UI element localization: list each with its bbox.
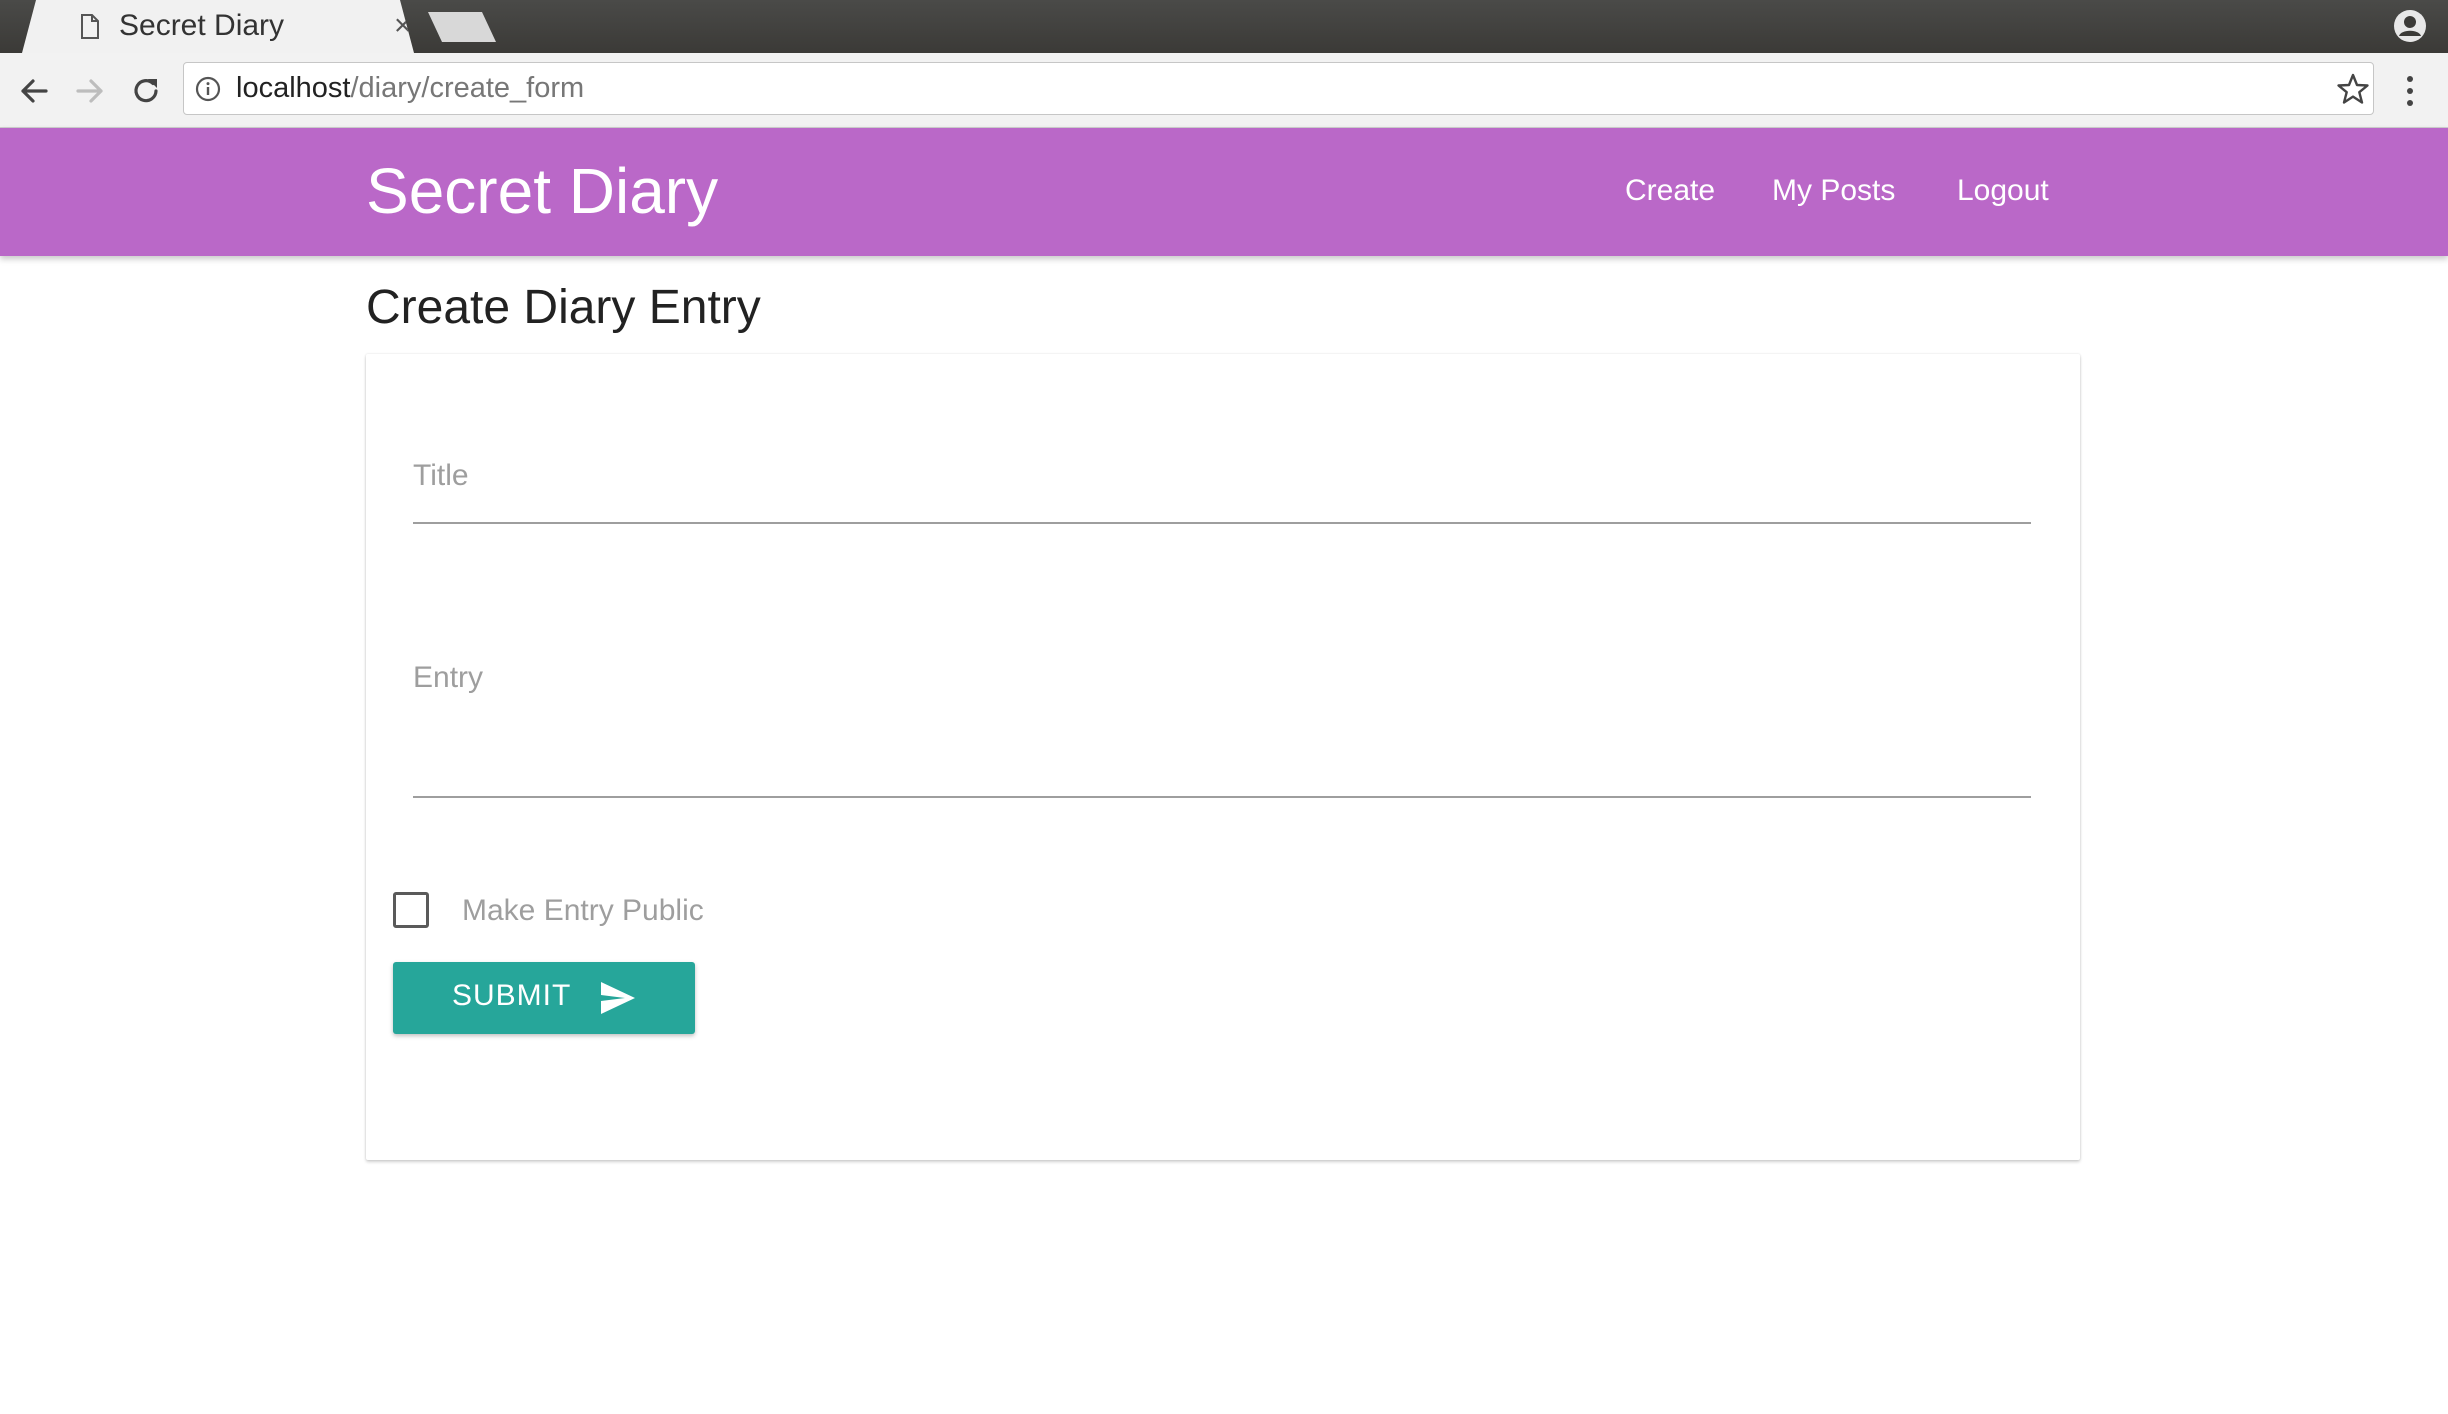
close-icon[interactable]: × [394,9,412,43]
url-path: /diary/create_form [350,72,585,104]
nav-links: Create My Posts Logout [0,174,2448,214]
title-input[interactable] [413,474,2035,526]
reload-icon[interactable] [126,71,166,111]
entry-textarea[interactable] [413,704,2035,778]
document-icon [81,14,99,39]
title-underline [413,522,2031,524]
entry-underline [413,796,2031,798]
public-checkbox-label[interactable]: Make Entry Public [462,894,704,928]
public-checkbox[interactable] [393,892,429,928]
nav-create-link[interactable]: Create [1625,174,1715,208]
browser-toolbar: localhost/diary/create_form [0,53,2448,128]
submit-button[interactable]: SUBMIT [393,962,695,1034]
form-card: Title Entry Make Entry Public SUBMIT [366,354,2080,1160]
submit-label: SUBMIT [452,979,572,1012]
forward-icon[interactable] [70,71,110,111]
page-title: Create Diary Entry [366,281,761,334]
url-host: localhost [236,72,351,104]
menu-icon[interactable] [2402,71,2418,111]
info-icon[interactable] [194,75,222,103]
nav-logout-link[interactable]: Logout [1957,174,2049,208]
new-tab-icon[interactable] [428,12,496,42]
star-icon[interactable] [2336,72,2370,106]
tab-title: Secret Diary [119,9,285,42]
nav-my-posts-link[interactable]: My Posts [1772,174,1895,208]
entry-field-label: Entry [413,661,484,694]
url-text[interactable]: localhost/diary/create_form [236,72,584,105]
app-navbar: Secret Diary Create My Posts Logout [0,128,2448,256]
send-icon [601,982,635,1014]
browser-tabstrip: Secret Diary × [0,0,2448,53]
browser-tab[interactable]: Secret Diary × [22,0,414,53]
address-bar[interactable]: localhost/diary/create_form [183,62,2374,115]
back-icon[interactable] [14,71,54,111]
profile-icon[interactable] [2392,8,2428,44]
